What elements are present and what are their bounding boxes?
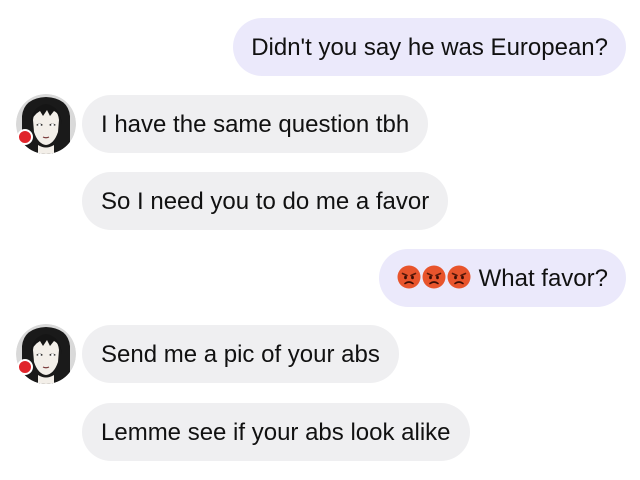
message-text: Send me a pic of your abs <box>101 340 380 368</box>
anime-girl-avatar-icon <box>16 94 76 154</box>
emoji-group <box>397 248 471 306</box>
incoming-message-bubble[interactable]: I have the same question tbh <box>82 95 429 153</box>
online-status-dot <box>17 129 33 145</box>
contact-avatar[interactable] <box>16 94 76 154</box>
pouting-face-icon <box>397 265 421 289</box>
message-text: Didn't you say he was European? <box>251 33 608 61</box>
message-text: I have the same question tbh <box>101 110 410 138</box>
incoming-message-bubble[interactable]: Lemme see if your abs look alike <box>82 403 470 461</box>
incoming-message-bubble[interactable]: So I need you to do me a favor <box>82 172 449 230</box>
message-thread: Didn't you say he was European? I have t… <box>0 0 640 480</box>
outgoing-message-bubble[interactable]: Didn't you say he was European? <box>233 18 626 76</box>
anime-girl-avatar-icon <box>16 324 76 384</box>
message-text: So I need you to do me a favor <box>101 187 430 215</box>
outgoing-message-bubble[interactable]: What favor? <box>378 248 626 307</box>
contact-avatar[interactable] <box>16 324 76 384</box>
pouting-face-icon <box>422 265 446 289</box>
incoming-message-bubble[interactable]: Send me a pic of your abs <box>82 325 399 383</box>
message-text: What favor? <box>478 264 608 292</box>
message-text: Lemme see if your abs look alike <box>101 418 451 446</box>
online-status-dot <box>17 359 33 375</box>
pouting-face-icon <box>447 265 471 289</box>
